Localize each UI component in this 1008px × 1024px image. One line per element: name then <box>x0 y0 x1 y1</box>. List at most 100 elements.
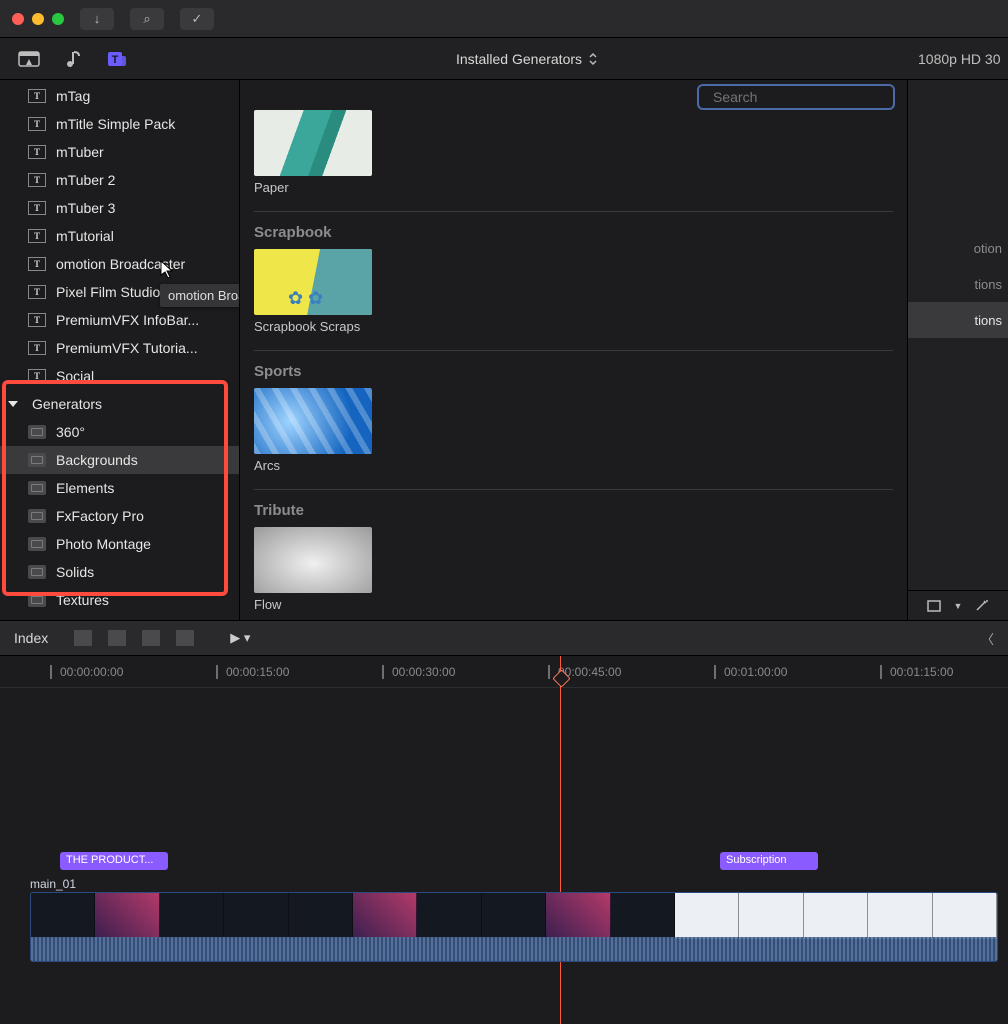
sidebar-item[interactable]: Elements <box>0 474 239 502</box>
viewer-format-label: 1080p HD 30 <box>908 51 1008 67</box>
sidebar-item[interactable]: TmTitle Simple Pack <box>0 110 239 138</box>
sidebar-item-label: Backgrounds <box>56 452 138 468</box>
timeline[interactable]: 00:00:00:0000:00:15:0000:00:30:0000:00:4… <box>0 656 1008 1024</box>
title-icon: T <box>28 285 46 299</box>
ruler-tick: 00:00:00:00 <box>50 665 123 679</box>
sidebar-item-label: mTuber <box>56 144 104 160</box>
playhead[interactable] <box>560 656 561 1024</box>
browser-breadcrumb[interactable]: Installed Generators <box>146 51 908 67</box>
search-field[interactable] <box>697 84 895 110</box>
sidebar-item[interactable]: T PremiumVFX InfoBar... <box>0 306 239 334</box>
generator-icon <box>28 481 46 495</box>
sidebar-item-label: PremiumVFX InfoBar... <box>56 312 199 328</box>
section-header: Scrapbook <box>254 211 893 241</box>
search-input[interactable] <box>713 89 894 105</box>
zoom-window[interactable] <box>52 13 64 25</box>
timeline-history-back[interactable]: 〈 <box>981 629 994 648</box>
title-icon: T <box>28 313 46 327</box>
inspector-panel: otiontionstions ▼ <box>908 80 1008 620</box>
sidebar-item[interactable]: TmTuber 2 <box>0 166 239 194</box>
close-window[interactable] <box>12 13 24 25</box>
sidebar-item[interactable]: TmTutorial <box>0 222 239 250</box>
sidebar-item-label: FxFactory Pro <box>56 508 144 524</box>
sidebar-item[interactable]: TPremiumVFX Tutoria... <box>0 334 239 362</box>
audio-browser-icon[interactable] <box>62 48 84 70</box>
sidebar-item[interactable]: TmTuber <box>0 138 239 166</box>
sidebar-item-label: mTutorial <box>56 228 114 244</box>
sidebar-item-label: Textures <box>56 592 109 608</box>
insert-clip-icon[interactable] <box>108 630 126 646</box>
generator-thumbnail[interactable] <box>254 249 372 315</box>
breadcrumb-label: Installed Generators <box>456 51 582 67</box>
sidebar-item[interactable]: TmTuber 3 <box>0 194 239 222</box>
inspector-row[interactable]: tions <box>908 266 1008 302</box>
timeline-marker[interactable]: THE PRODUCT... <box>60 852 168 870</box>
title-icon: T <box>28 257 46 271</box>
overwrite-clip-icon[interactable] <box>176 630 194 646</box>
minimize-window[interactable] <box>32 13 44 25</box>
keyword-button[interactable]: ⌕ <box>130 8 164 30</box>
clip-frame <box>353 893 417 939</box>
magic-wand-icon[interactable] <box>974 599 990 613</box>
sidebar-item[interactable]: TmTag <box>0 82 239 110</box>
inspector-row[interactable]: otion <box>908 230 1008 266</box>
chevron-down-icon[interactable]: ▼ <box>954 601 963 611</box>
primary-storyline-clip[interactable] <box>30 892 998 962</box>
svg-text:T: T <box>112 54 119 66</box>
tools-menu[interactable]: ▶ ▾ <box>230 630 250 646</box>
timeline-marker[interactable]: Subscription <box>720 852 818 870</box>
sidebar-item-label: Photo Montage <box>56 536 151 552</box>
clip-frame <box>611 893 675 939</box>
clip-frame <box>482 893 546 939</box>
sidebar-item-label: 360° <box>56 424 85 440</box>
sidebar-item-label: mTuber 2 <box>56 172 115 188</box>
title-icon: T <box>28 145 46 159</box>
sidebar: TmTagTmTitle Simple PackTmTuberTmTuber 2… <box>0 80 240 620</box>
sidebar-item[interactable]: Backgrounds <box>0 446 239 474</box>
clip-frame <box>417 893 481 939</box>
index-button[interactable]: Index <box>14 630 48 646</box>
clip-frame <box>160 893 224 939</box>
sidebar-item-label: Social <box>56 368 94 384</box>
background-tasks-button[interactable]: ✓ <box>180 8 214 30</box>
sidebar-item[interactable]: Photo Montage <box>0 530 239 558</box>
title-icon: T <box>28 229 46 243</box>
disclosure-triangle-icon <box>8 401 18 407</box>
generator-icon <box>28 593 46 607</box>
media-browser-icon[interactable] <box>18 48 40 70</box>
sidebar-item[interactable]: Textures <box>0 586 239 614</box>
clip-frame <box>739 893 803 939</box>
ruler-tick: 00:01:15:00 <box>880 665 953 679</box>
sidebar-category-generators[interactable]: Generators <box>0 390 239 418</box>
sidebar-item[interactable]: TSocial <box>0 362 239 390</box>
browser-toolbar: T Installed Generators 1080p HD 30 <box>0 38 1008 80</box>
generator-thumbnail[interactable] <box>254 527 372 593</box>
titles-generators-icon[interactable]: T <box>106 48 128 70</box>
connect-clip-icon[interactable] <box>74 630 92 646</box>
inspector-row[interactable]: tions <box>908 302 1008 338</box>
sidebar-item-label: PremiumVFX Tutoria... <box>56 340 198 356</box>
clip-frame <box>675 893 739 939</box>
crop-icon[interactable] <box>926 599 942 613</box>
sidebar-item-label: Elements <box>56 480 114 496</box>
thumbnail-caption: Paper <box>254 180 893 195</box>
title-icon: T <box>28 173 46 187</box>
clip-frame <box>289 893 353 939</box>
sidebar-item[interactable]: Tomotion Broadcaster <box>0 250 239 278</box>
sidebar-item[interactable]: FxFactory Pro <box>0 502 239 530</box>
import-button[interactable]: ↓ <box>80 8 114 30</box>
clip-frame <box>224 893 288 939</box>
inspector-footer: ▼ <box>908 590 1008 620</box>
sidebar-item-label: mTitle Simple Pack <box>56 116 175 132</box>
append-clip-icon[interactable] <box>142 630 160 646</box>
title-icon: T <box>28 201 46 215</box>
clip-frame <box>546 893 610 939</box>
ruler-tick: 00:00:15:00 <box>216 665 289 679</box>
timeline-ruler[interactable]: 00:00:00:0000:00:15:0000:00:30:0000:00:4… <box>0 656 1008 688</box>
sidebar-item[interactable]: 360° <box>0 418 239 446</box>
thumbnail-caption: Arcs <box>254 458 893 473</box>
category-label: Generators <box>32 396 102 412</box>
generator-thumbnail[interactable] <box>254 110 372 176</box>
sidebar-item[interactable]: Solids <box>0 558 239 586</box>
generator-thumbnail[interactable] <box>254 388 372 454</box>
